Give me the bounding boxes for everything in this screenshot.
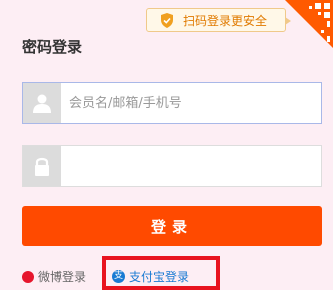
lock-icon bbox=[23, 146, 61, 186]
password-field[interactable] bbox=[22, 145, 322, 187]
other-login-links: 微博登录 支 支付宝登录 bbox=[22, 256, 322, 290]
alipay-login-label: 支付宝登录 bbox=[129, 270, 190, 284]
weibo-icon bbox=[22, 270, 34, 283]
weibo-login-label: 微博登录 bbox=[38, 270, 87, 284]
alipay-icon: 支 bbox=[112, 270, 125, 283]
password-input[interactable] bbox=[69, 146, 309, 186]
username-field[interactable] bbox=[22, 82, 322, 124]
qr-login-tip[interactable]: 扫码登录更安全 bbox=[146, 8, 291, 32]
qr-tip-text: 扫码登录更安全 bbox=[183, 14, 268, 28]
weibo-login-link[interactable]: 微博登录 bbox=[22, 268, 86, 285]
shield-icon bbox=[161, 13, 173, 28]
user-icon bbox=[23, 83, 61, 123]
qr-code-icon[interactable] bbox=[285, 0, 333, 48]
alipay-login-link[interactable]: 支 支付宝登录 bbox=[112, 268, 189, 285]
username-input[interactable] bbox=[69, 83, 309, 123]
page-title: 密码登录 bbox=[22, 38, 83, 56]
login-button[interactable]: 登录 bbox=[22, 206, 322, 246]
